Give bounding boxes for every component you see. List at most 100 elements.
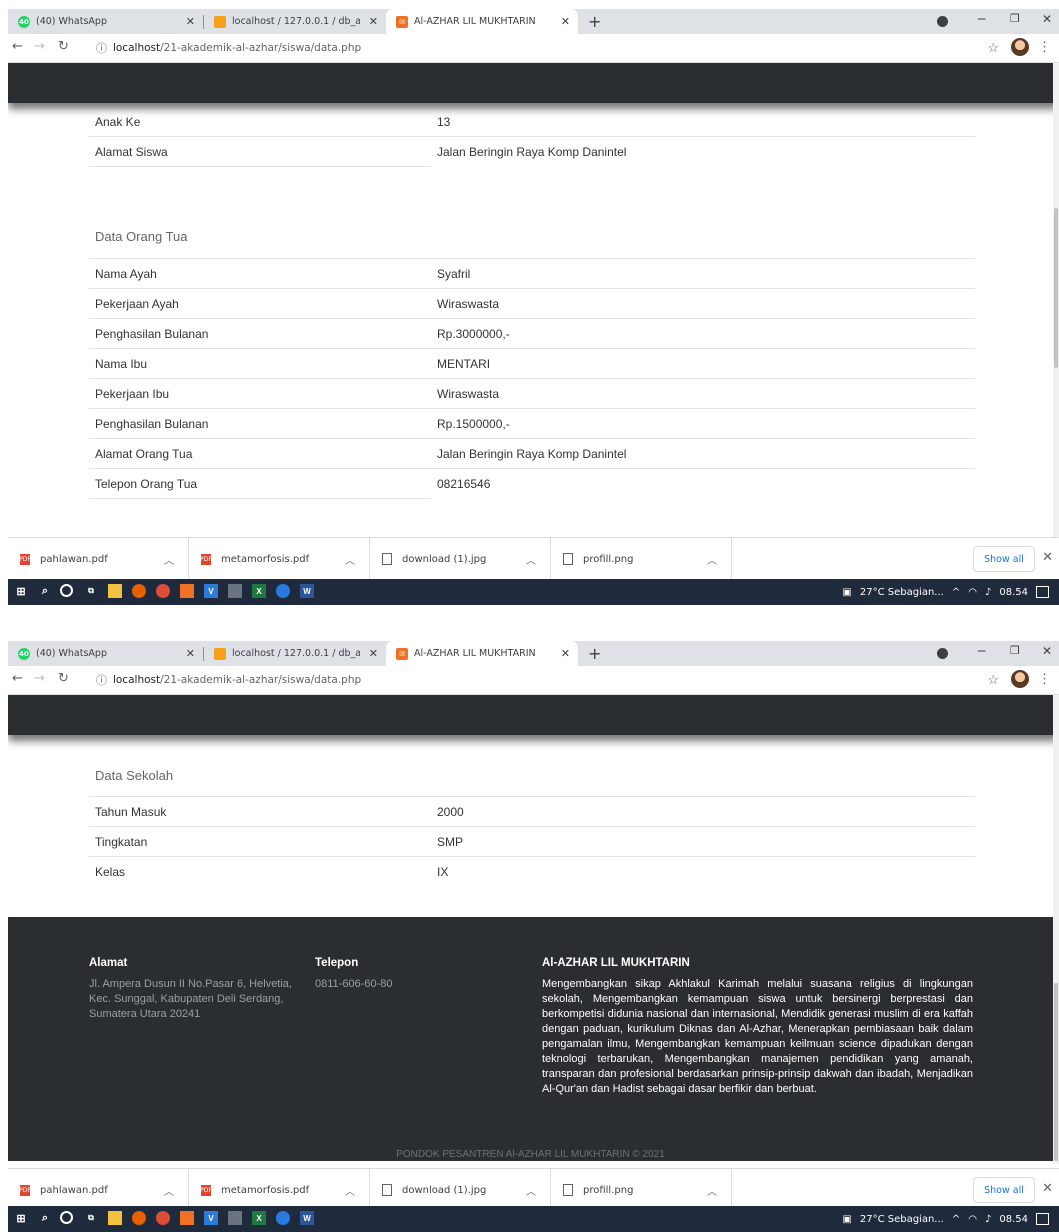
notification-icon[interactable]: [1036, 586, 1049, 598]
windows-start-icon[interactable]: ⊞: [14, 584, 28, 598]
chevron-up-icon[interactable]: ︿: [707, 1183, 717, 1198]
edge-icon[interactable]: [276, 584, 290, 598]
chevron-up-icon[interactable]: ︿: [164, 552, 174, 567]
wifi-icon[interactable]: ◠: [968, 587, 977, 598]
firefox-icon[interactable]: [132, 1211, 146, 1225]
profile-avatar[interactable]: [1011, 38, 1029, 56]
forward-icon[interactable]: →: [34, 671, 45, 686]
close-tab-icon[interactable]: ✕: [369, 647, 378, 660]
download-item[interactable]: profill.png ︿: [551, 538, 732, 580]
minimize-icon[interactable]: ─: [978, 644, 985, 658]
download-item[interactable]: PDF pahlawan.pdf ︿: [8, 538, 189, 580]
tray-chevron-icon[interactable]: ^: [952, 587, 960, 598]
close-window-icon[interactable]: ✕: [1042, 644, 1052, 658]
search-icon[interactable]: ⌕: [38, 1211, 52, 1225]
menu-icon[interactable]: ⋮: [1038, 39, 1051, 55]
download-item[interactable]: download (1).jpg ︿: [370, 1169, 551, 1211]
excel-icon[interactable]: X: [252, 584, 266, 598]
forward-icon[interactable]: →: [34, 39, 45, 54]
notification-icon[interactable]: [1036, 1213, 1049, 1225]
vscode-icon[interactable]: V: [204, 584, 218, 598]
restore-icon[interactable]: ❐: [1010, 12, 1020, 25]
close-tab-icon[interactable]: ✕: [186, 647, 195, 660]
chrome-icon[interactable]: [156, 584, 170, 598]
site-info-icon[interactable]: ⓘ: [96, 40, 107, 56]
vscode-icon[interactable]: V: [204, 1211, 218, 1225]
download-item[interactable]: PDF metamorfosis.pdf ︿: [189, 538, 370, 580]
new-tab-button[interactable]: +: [588, 644, 601, 663]
site-info-icon[interactable]: ⓘ: [96, 672, 107, 688]
xampp-icon[interactable]: [180, 584, 194, 598]
download-item[interactable]: PDF pahlawan.pdf ︿: [8, 1169, 189, 1211]
tab-active-site[interactable]: ✉ Al-AZHAR LIL MUKHTARIN ✕: [386, 641, 578, 666]
download-item[interactable]: profill.png ︿: [551, 1169, 732, 1211]
close-tab-icon[interactable]: ✕: [369, 15, 378, 28]
bookmark-star-icon[interactable]: ☆: [987, 40, 999, 56]
tab-phpmyadmin[interactable]: localhost / 127.0.0.1 / db_akadem ✕: [204, 9, 386, 34]
chrome-profile-indicator[interactable]: [937, 16, 948, 27]
cortana-icon[interactable]: [60, 584, 73, 597]
chrome-icon[interactable]: [156, 1211, 170, 1225]
task-view-icon[interactable]: ⧉: [84, 1211, 98, 1225]
close-tab-icon[interactable]: ✕: [561, 15, 570, 28]
search-icon[interactable]: ⌕: [38, 584, 52, 598]
scrollbar[interactable]: [1053, 695, 1059, 1164]
back-icon[interactable]: ←: [12, 671, 23, 686]
restore-icon[interactable]: ❐: [1010, 644, 1020, 657]
url-bar[interactable]: ⓘ localhost/21-akademik-al-azhar/siswa/d…: [90, 669, 989, 691]
chrome-profile-indicator[interactable]: [937, 648, 948, 659]
volume-icon[interactable]: ♪: [985, 587, 991, 598]
download-item[interactable]: download (1).jpg ︿: [370, 538, 551, 580]
close-tab-icon[interactable]: ✕: [186, 15, 195, 28]
chevron-up-icon[interactable]: ︿: [526, 552, 536, 567]
cortana-icon[interactable]: [60, 1211, 73, 1224]
file-explorer-icon[interactable]: [108, 584, 122, 598]
back-icon[interactable]: ←: [12, 39, 23, 54]
close-tab-icon[interactable]: ✕: [561, 647, 570, 660]
minimize-icon[interactable]: ─: [978, 12, 985, 26]
tab-whatsapp[interactable]: 40 (40) WhatsApp ✕: [8, 641, 203, 666]
close-downloads-icon[interactable]: ✕: [1042, 549, 1053, 565]
tab-active-site[interactable]: ✉ Al-AZHAR LIL MUKHTARIN ✕: [386, 9, 578, 34]
word-icon[interactable]: W: [300, 584, 314, 598]
calculator-icon[interactable]: [228, 1211, 242, 1225]
word-icon[interactable]: W: [300, 1211, 314, 1225]
clock[interactable]: 08.54: [999, 1214, 1028, 1225]
tab-phpmyadmin[interactable]: localhost / 127.0.0.1 / db_akadem ✕: [204, 641, 386, 666]
tray-chevron-icon[interactable]: ^: [952, 1214, 960, 1225]
reload-icon[interactable]: ↻: [58, 39, 69, 54]
volume-icon[interactable]: ♪: [985, 1214, 991, 1225]
scrollbar-thumb[interactable]: [1054, 208, 1058, 368]
new-tab-button[interactable]: +: [588, 12, 601, 31]
task-view-icon[interactable]: ⧉: [84, 584, 98, 598]
download-item[interactable]: PDF metamorfosis.pdf ︿: [189, 1169, 370, 1211]
wifi-icon[interactable]: ◠: [968, 1214, 977, 1225]
url-bar[interactable]: ⓘ localhost/21-akademik-al-azhar/siswa/d…: [90, 37, 989, 59]
reload-icon[interactable]: ↻: [58, 671, 69, 686]
menu-icon[interactable]: ⋮: [1038, 671, 1051, 687]
chevron-up-icon[interactable]: ︿: [707, 552, 717, 567]
calculator-icon[interactable]: [228, 584, 242, 598]
weather-text[interactable]: 27°C Sebagian...: [860, 587, 944, 598]
firefox-icon[interactable]: [132, 584, 146, 598]
clock[interactable]: 08.54: [999, 587, 1028, 598]
chevron-up-icon[interactable]: ︿: [526, 1183, 536, 1198]
chevron-up-icon[interactable]: ︿: [345, 1183, 355, 1198]
scrollbar[interactable]: [1053, 63, 1059, 537]
windows-start-icon[interactable]: ⊞: [14, 1211, 28, 1225]
excel-icon[interactable]: X: [252, 1211, 266, 1225]
show-all-button[interactable]: Show all: [973, 546, 1035, 572]
scrollbar-thumb[interactable]: [1054, 983, 1058, 1161]
weather-icon[interactable]: ▣: [842, 587, 851, 598]
tab-whatsapp[interactable]: 40 (40) WhatsApp ✕: [8, 9, 203, 34]
chevron-up-icon[interactable]: ︿: [164, 1183, 174, 1198]
weather-icon[interactable]: ▣: [842, 1214, 851, 1225]
bookmark-star-icon[interactable]: ☆: [987, 672, 999, 688]
show-all-button[interactable]: Show all: [973, 1177, 1035, 1203]
chevron-up-icon[interactable]: ︿: [345, 552, 355, 567]
weather-text[interactable]: 27°C Sebagian...: [860, 1214, 944, 1225]
file-explorer-icon[interactable]: [108, 1211, 122, 1225]
profile-avatar[interactable]: [1011, 670, 1029, 688]
xampp-icon[interactable]: [180, 1211, 194, 1225]
edge-icon[interactable]: [276, 1211, 290, 1225]
